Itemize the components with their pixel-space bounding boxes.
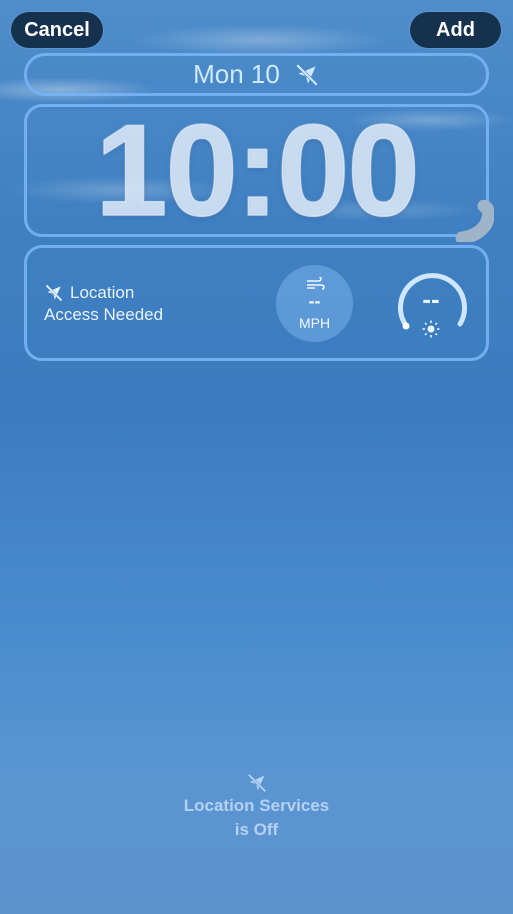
add-button[interactable]: Add [410, 12, 501, 48]
clock-widget[interactable]: 10:00 [24, 96, 489, 244]
uv-value: -- [422, 284, 440, 314]
location-services-message: Location Services is Off [0, 772, 513, 842]
footer-line-2: is Off [234, 820, 279, 839]
cancel-button[interactable]: Cancel [11, 12, 103, 48]
uv-widget[interactable]: -- [390, 262, 472, 344]
wind-value: -- [308, 290, 321, 311]
location-off-icon [45, 284, 63, 302]
date-widget[interactable]: Mon 10 [24, 53, 489, 96]
clock-time: 10:00 [95, 96, 421, 244]
location-widget[interactable]: Location Access Needed [44, 282, 163, 326]
wind-widget[interactable]: -- MPH [276, 265, 353, 342]
location-off-icon [295, 63, 318, 86]
date-text: Mon 10 [193, 59, 280, 89]
footer-line-1: Location Services [183, 796, 330, 815]
location-widget-subtitle: Access Needed [44, 305, 164, 324]
location-widget-title: Location [70, 283, 135, 302]
resize-handle-icon[interactable] [452, 200, 494, 242]
location-off-icon [247, 773, 266, 793]
wind-icon [306, 276, 325, 290]
sun-icon [422, 320, 440, 338]
wind-unit: MPH [298, 314, 331, 331]
